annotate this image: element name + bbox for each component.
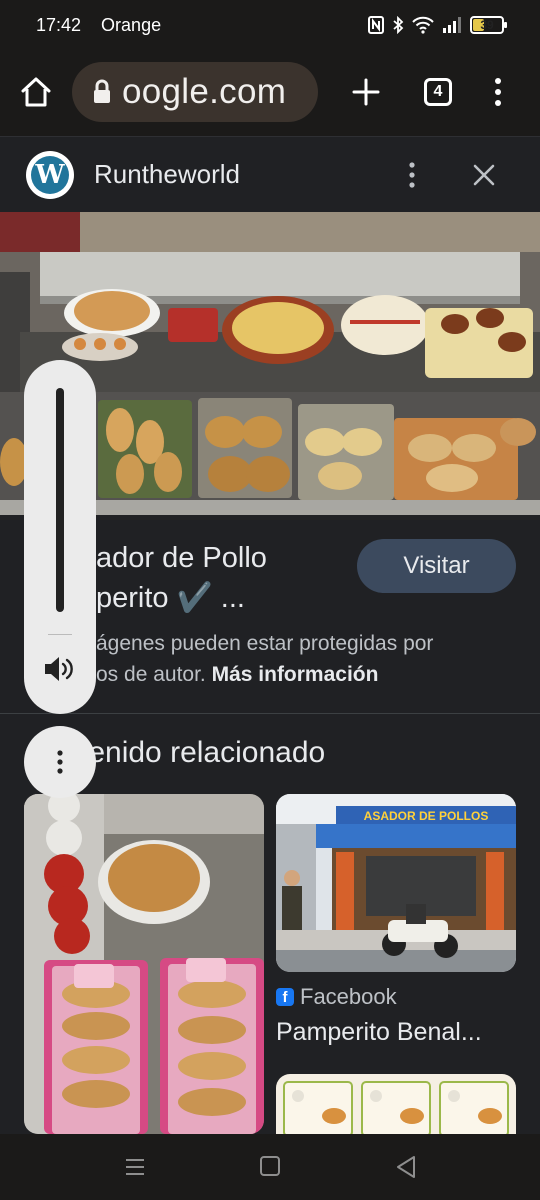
volume-more-button[interactable] bbox=[24, 726, 96, 798]
wordpress-logo-icon: W bbox=[26, 151, 74, 199]
bluetooth-icon bbox=[393, 16, 404, 34]
related-caption[interactable]: Pamperito Benal... bbox=[276, 1018, 482, 1047]
storefront-sign-text: ASADOR DE POLLOS bbox=[364, 809, 489, 823]
close-icon[interactable] bbox=[470, 161, 498, 189]
status-carrier: Orange bbox=[101, 14, 162, 35]
tab-switcher-button[interactable]: 4 bbox=[424, 78, 452, 106]
browser-toolbar: oogle.com 4 bbox=[0, 50, 540, 136]
speaker-icon[interactable] bbox=[42, 654, 78, 684]
volume-panel[interactable] bbox=[24, 360, 96, 714]
site-header: W Runtheworld bbox=[0, 136, 540, 212]
back-icon[interactable] bbox=[394, 1154, 418, 1180]
related-image-2[interactable]: ASADOR DE POLLOS bbox=[276, 794, 516, 972]
wordpress-logo-letter: W bbox=[31, 156, 69, 194]
related-source-name: Facebook bbox=[300, 984, 397, 1009]
signal-icon bbox=[443, 17, 461, 33]
volume-separator bbox=[48, 634, 72, 635]
nfc-icon bbox=[368, 16, 384, 34]
status-icons: 39 bbox=[368, 16, 507, 34]
battery-level: 39 bbox=[480, 18, 494, 32]
more-vertical-icon bbox=[57, 750, 63, 774]
new-tab-icon[interactable] bbox=[348, 74, 384, 110]
copyright-notice: ágenes pueden estar protegidas por os de… bbox=[96, 628, 516, 690]
section-divider bbox=[0, 713, 540, 714]
site-name[interactable]: Runtheworld bbox=[94, 159, 240, 190]
lock-icon bbox=[94, 79, 110, 103]
site-more-icon[interactable] bbox=[400, 159, 424, 191]
home-icon[interactable] bbox=[18, 74, 54, 110]
result-title[interactable]: ador de Pollo perito ✔️ ... bbox=[96, 538, 346, 618]
related-content-heading: tenido relacionado bbox=[80, 736, 326, 769]
more-menu-icon[interactable] bbox=[486, 74, 510, 110]
system-navbar bbox=[0, 1134, 540, 1200]
more-info-link[interactable]: Más información bbox=[212, 663, 379, 686]
battery-icon: 39 bbox=[470, 16, 507, 34]
related-source: f Facebook bbox=[276, 984, 397, 1010]
address-bar[interactable]: oogle.com bbox=[72, 62, 318, 122]
status-bar: 17:42 Orange 39 bbox=[0, 0, 540, 50]
facebook-icon: f bbox=[276, 988, 294, 1006]
wifi-icon bbox=[412, 16, 434, 34]
recents-icon[interactable] bbox=[124, 1156, 146, 1178]
volume-slider[interactable] bbox=[56, 388, 64, 612]
visit-button[interactable]: Visitar bbox=[357, 539, 516, 593]
status-time: 17:42 bbox=[36, 14, 82, 35]
nav-home-icon[interactable] bbox=[260, 1156, 280, 1176]
url-text: oogle.com bbox=[122, 72, 287, 111]
related-image-3[interactable] bbox=[276, 1074, 516, 1134]
related-image-1[interactable] bbox=[24, 794, 264, 1134]
tab-count: 4 bbox=[433, 83, 443, 100]
